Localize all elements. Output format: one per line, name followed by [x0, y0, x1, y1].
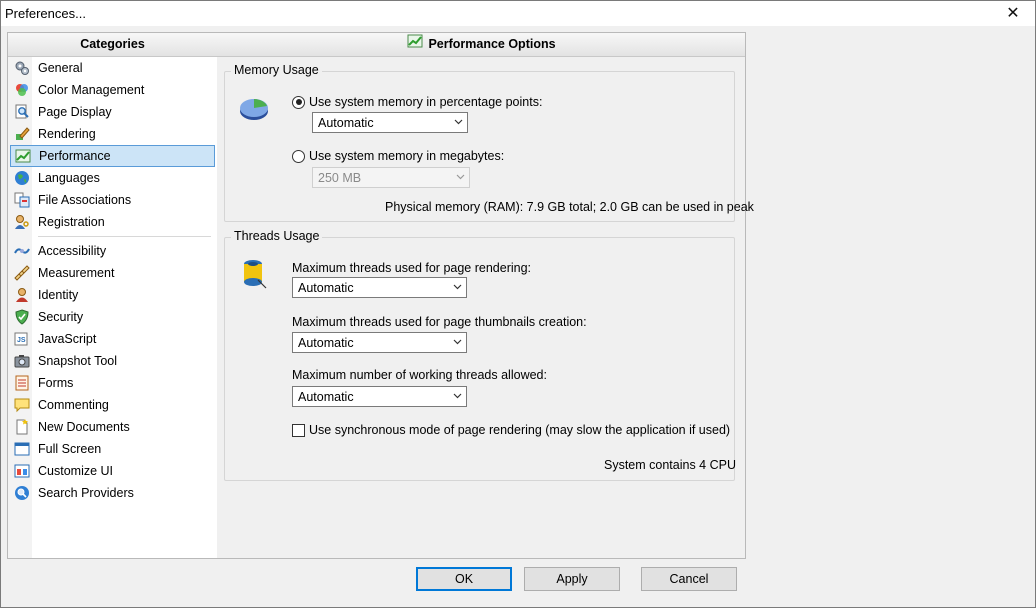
sidebar-item-page-display[interactable]: Page Display — [10, 101, 215, 123]
camera-icon — [13, 352, 31, 370]
sync-render-checkbox[interactable]: Use synchronous mode of page rendering (… — [292, 423, 730, 437]
chart-icon — [406, 33, 424, 57]
sidebar-item-color-management[interactable]: Color Management — [10, 79, 215, 101]
threads-usage-title: Threads Usage — [231, 229, 323, 243]
sync-render-label: Use synchronous mode of page rendering (… — [309, 423, 731, 437]
brush-icon — [13, 125, 31, 143]
threads-spool-icon — [240, 258, 268, 293]
categories-list: General Color Management Page Display Re… — [8, 57, 217, 504]
sidebar-item-identity[interactable]: Identity — [10, 284, 215, 306]
new-document-icon — [13, 418, 31, 436]
title-bar: Preferences... ✕ — [0, 0, 1036, 26]
sidebar-item-forms[interactable]: Forms — [10, 372, 215, 394]
categories-header: Categories — [8, 33, 217, 57]
megabytes-dropdown[interactable]: 250 MB — [312, 167, 470, 188]
megabytes-radio[interactable]: Use system memory in megabytes: — [292, 149, 504, 163]
sidebar-item-security[interactable]: Security — [10, 306, 215, 328]
sidebar-item-general[interactable]: General — [10, 57, 215, 79]
working-threads-dropdown[interactable]: Automatic — [292, 386, 467, 407]
sidebar-item-commenting[interactable]: Commenting — [10, 394, 215, 416]
cancel-button[interactable]: Cancel — [641, 567, 737, 591]
comment-icon — [13, 396, 31, 414]
working-threads-label: Maximum number of working threads allowe… — [292, 368, 547, 382]
identity-icon — [13, 286, 31, 304]
window-title: Preferences... — [5, 6, 86, 21]
chevron-down-icon — [454, 119, 463, 125]
ok-button[interactable]: OK — [416, 567, 512, 591]
cpu-info: System contains 4 CPU — [604, 458, 736, 472]
sidebar-item-snapshot-tool[interactable]: Snapshot Tool — [10, 350, 215, 372]
thumbnail-threads-label: Maximum threads used for page thumbnails… — [292, 315, 587, 329]
svg-text:JS: JS — [17, 337, 26, 344]
forms-icon — [13, 374, 31, 392]
categories-separator — [38, 236, 211, 237]
sidebar-item-performance[interactable]: Performance — [10, 145, 215, 167]
chevron-down-icon — [453, 393, 462, 399]
accessibility-icon — [13, 242, 31, 260]
chart-icon — [14, 147, 32, 165]
search-globe-icon — [13, 484, 31, 502]
sidebar-item-accessibility[interactable]: Accessibility — [10, 240, 215, 262]
sidebar-item-new-documents[interactable]: New Documents — [10, 416, 215, 438]
key-user-icon — [13, 213, 31, 231]
ruler-icon — [13, 264, 31, 282]
gears-icon — [13, 59, 31, 77]
render-threads-label: Maximum threads used for page rendering: — [292, 261, 532, 275]
close-icon[interactable]: ✕ — [990, 0, 1036, 26]
globe-icon — [13, 169, 31, 187]
sidebar-item-file-associations[interactable]: File Associations — [10, 189, 215, 211]
percent-dropdown[interactable]: Automatic — [312, 112, 468, 133]
thumbnail-threads-dropdown[interactable]: Automatic — [292, 332, 467, 353]
categories-panel: Categories General Color Management Page… — [7, 32, 218, 559]
sidebar-item-javascript[interactable]: JS JavaScript — [10, 328, 215, 350]
percent-radio[interactable]: Use system memory in percentage points: — [292, 95, 542, 109]
sidebar-item-languages[interactable]: Languages — [10, 167, 215, 189]
chevron-down-icon — [456, 174, 465, 180]
javascript-icon: JS — [13, 330, 31, 348]
color-circles-icon — [13, 81, 31, 99]
sidebar-item-full-screen[interactable]: Full Screen — [10, 438, 215, 460]
options-title: Performance Options — [428, 37, 556, 51]
shield-icon — [13, 308, 31, 326]
chevron-down-icon — [453, 339, 462, 345]
megabytes-radio-label: Use system memory in megabytes: — [309, 149, 505, 163]
apply-button[interactable]: Apply — [524, 567, 620, 591]
file-assoc-icon — [13, 191, 31, 209]
physical-memory-info: Physical memory (RAM): 7.9 GB total; 2.0… — [385, 200, 754, 214]
chevron-down-icon — [453, 284, 462, 290]
magnifier-page-icon — [13, 103, 31, 121]
sidebar-item-measurement[interactable]: Measurement — [10, 262, 215, 284]
memory-pie-icon — [238, 94, 270, 125]
fullscreen-icon — [13, 440, 31, 458]
render-threads-dropdown[interactable]: Automatic — [292, 277, 467, 298]
sidebar-item-registration[interactable]: Registration — [10, 211, 215, 233]
options-header: Performance Options — [217, 33, 745, 57]
memory-usage-title: Memory Usage — [231, 63, 322, 77]
percent-radio-label: Use system memory in percentage points: — [309, 95, 543, 109]
sidebar-item-rendering[interactable]: Rendering — [10, 123, 215, 145]
sidebar-item-customize-ui[interactable]: Customize UI — [10, 460, 215, 482]
sidebar-item-search-providers[interactable]: Search Providers — [10, 482, 215, 504]
customize-icon — [13, 462, 31, 480]
